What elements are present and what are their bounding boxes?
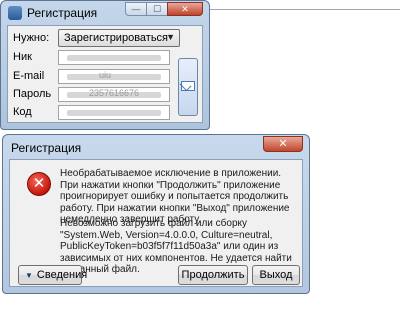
redacted-value: [67, 110, 161, 116]
registration-window: Регистрация — ☐ ✕ Нужно: Зарегистрироват…: [0, 0, 210, 130]
code-label: Код: [13, 106, 32, 118]
minimize-button[interactable]: —: [125, 2, 147, 16]
close-button[interactable]: ✕: [167, 2, 203, 16]
password-field[interactable]: 2357616676: [58, 87, 170, 102]
dialog-close-button[interactable]: ✕: [263, 136, 303, 152]
password-field-value: 2357616676: [89, 88, 140, 98]
password-label: Пароль: [13, 88, 52, 100]
details-button-label: Сведения: [36, 269, 88, 281]
error-message: Необрабатываемое исключение в приложении…: [60, 168, 290, 225]
nick-label: Ник: [13, 51, 32, 63]
dialog-title: Регистрация: [11, 141, 82, 155]
dialog-panel: ✕ Необрабатываемое исключение в приложен…: [9, 159, 303, 287]
caption-buttons: — ☐ ✕: [125, 2, 203, 16]
maximize-button[interactable]: ☐: [146, 2, 168, 16]
form-panel: Нужно: Зарегистрироваться ▼ Ник E-mail u…: [7, 25, 203, 123]
redacted-value: [67, 74, 161, 80]
chevron-down-icon: ▼: [166, 32, 175, 42]
mode-label: Нужно:: [13, 32, 50, 44]
mode-select[interactable]: Зарегистрироваться ▼: [58, 29, 180, 47]
code-field[interactable]: [58, 105, 170, 120]
app-icon: [8, 6, 22, 20]
email-field-value: uiu: [99, 70, 112, 80]
continue-button[interactable]: Продолжить: [178, 265, 248, 285]
exit-button[interactable]: Выход: [252, 265, 300, 285]
details-button[interactable]: ▼ Сведения: [18, 265, 87, 285]
chevron-down-icon: ▼: [25, 270, 33, 280]
error-dialog: Регистрация ✕ ✕ Необрабатываемое исключе…: [2, 134, 310, 294]
redacted-value: [67, 55, 161, 61]
mode-select-value: Зарегистрироваться: [64, 32, 169, 44]
nick-field[interactable]: [58, 50, 170, 65]
error-icon: ✕: [27, 172, 51, 196]
email-label: E-mail: [13, 70, 45, 82]
email-field[interactable]: uiu: [58, 69, 170, 84]
title-bar[interactable]: Регистрация — ☐ ✕: [1, 1, 209, 25]
window-title: Регистрация: [27, 6, 98, 20]
envelope-icon: [181, 81, 195, 91]
background-window-edge: [208, 9, 400, 10]
send-button[interactable]: [178, 58, 198, 116]
